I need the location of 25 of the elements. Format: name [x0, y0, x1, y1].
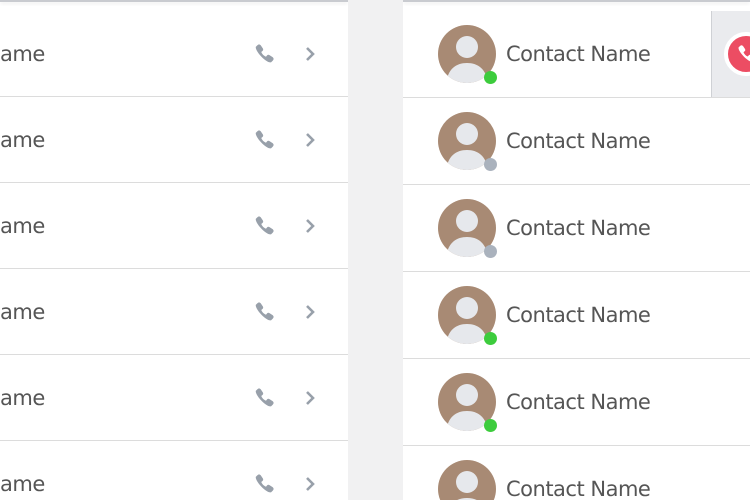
- chevron-right-icon[interactable]: [305, 476, 315, 492]
- chevron-right-icon[interactable]: [305, 304, 315, 320]
- phone-icon: [736, 44, 750, 64]
- contact-name: ame: [0, 128, 46, 152]
- contact-name: ame: [0, 42, 46, 66]
- chevron-right-icon[interactable]: [305, 218, 315, 234]
- chevron-right-icon[interactable]: [305, 46, 315, 62]
- contact-name: Contact Name: [506, 42, 650, 66]
- chevron-right-icon[interactable]: [305, 132, 315, 148]
- phone-icon[interactable]: [253, 472, 275, 494]
- contact-name: Contact Name: [506, 477, 650, 500]
- contact-name: ame: [0, 214, 46, 238]
- contact-name: Contact Name: [506, 303, 650, 327]
- contact-name: ame: [0, 386, 46, 410]
- phone-icon[interactable]: [253, 42, 275, 64]
- phone-icon[interactable]: [253, 214, 275, 236]
- contact-name: Contact Name: [506, 390, 650, 414]
- contact-name: Contact Name: [506, 129, 650, 153]
- contact-name: ame: [0, 300, 46, 324]
- phone-icon[interactable]: [253, 300, 275, 322]
- phone-icon[interactable]: [253, 386, 275, 408]
- phone-icon[interactable]: [253, 128, 275, 150]
- contact-name: ame: [0, 472, 46, 496]
- contact-name: Contact Name: [506, 216, 650, 240]
- chevron-right-icon[interactable]: [305, 390, 315, 406]
